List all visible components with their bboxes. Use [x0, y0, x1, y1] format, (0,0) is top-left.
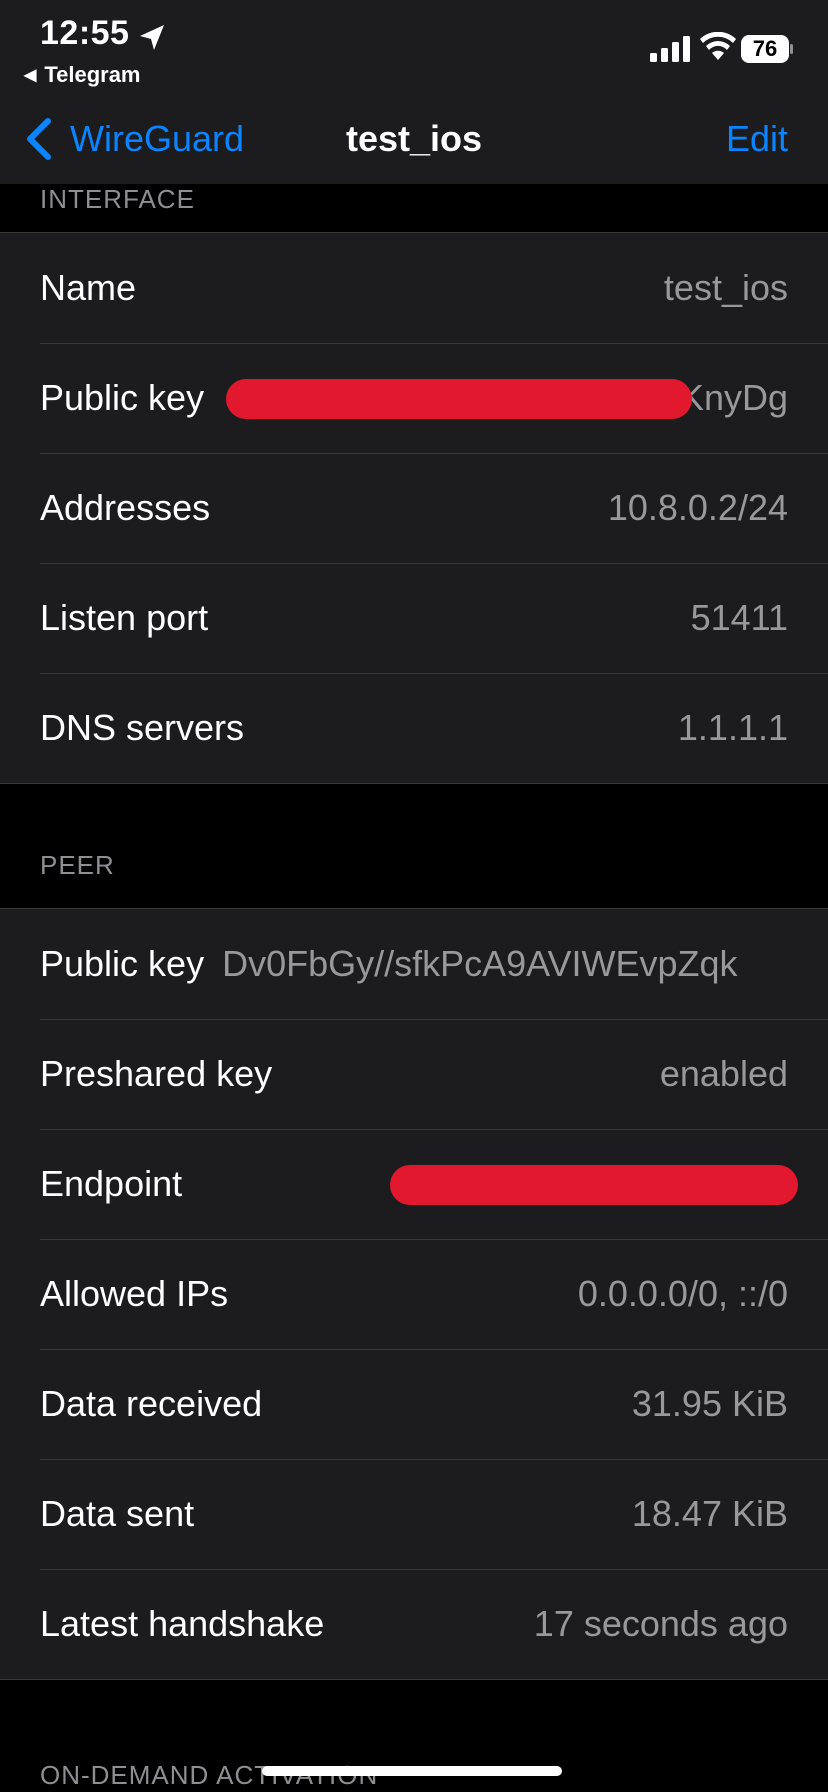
row-value: 31.95 KiB: [631, 1383, 788, 1424]
row-value: 10.8.0.2/24: [607, 487, 788, 528]
section-header-peer: PEER: [40, 850, 115, 880]
peer-data-received-row[interactable]: Data received 31.95 KiB: [0, 1349, 828, 1459]
row-label: Data received: [40, 1383, 263, 1424]
row-label: Addresses: [40, 487, 211, 528]
row-label: Preshared key: [40, 1053, 273, 1094]
tunnel-detail-list[interactable]: INTERFACE Name test_ios Public key KnyDg…: [0, 184, 828, 1792]
interface-public-key-row[interactable]: Public key KnyDg: [0, 343, 828, 453]
cellular-signal-icon: [650, 36, 690, 62]
status-bar: 12:55 ◀ Telegram 76: [0, 0, 828, 96]
row-label: Endpoint: [40, 1163, 183, 1204]
row-value: 18.47 KiB: [631, 1493, 788, 1534]
row-value: 17 seconds ago: [533, 1603, 788, 1644]
peer-group: Public key Dv0FbGy//sfkPcA9AVIWEvpZqk Pr…: [0, 908, 828, 1680]
section-header-interface: INTERFACE: [40, 184, 195, 214]
peer-latest-handshake-row[interactable]: Latest handshake 17 seconds ago: [0, 1569, 828, 1679]
row-label: Listen port: [40, 597, 209, 638]
row-value: Dv0FbGy//sfkPcA9AVIWEvpZqk: [222, 943, 738, 984]
row-label: Allowed IPs: [40, 1273, 229, 1314]
back-button[interactable]: WireGuard: [22, 114, 244, 164]
peer-allowed-ips-row[interactable]: Allowed IPs 0.0.0.0/0, ::/0: [0, 1239, 828, 1349]
row-label: Public key: [40, 943, 205, 984]
row-label: DNS servers: [40, 707, 245, 748]
location-arrow-icon: [140, 25, 164, 50]
row-value: 51411: [690, 597, 788, 638]
row-label: Name: [40, 267, 137, 308]
home-indicator[interactable]: [262, 1766, 562, 1776]
peer-preshared-key-row[interactable]: Preshared key enabled: [0, 1019, 828, 1129]
back-to-app-link[interactable]: ◀ Telegram: [24, 62, 141, 88]
back-triangle-icon: ◀: [24, 67, 37, 84]
interface-dns-servers-row[interactable]: DNS servers 1.1.1.1: [0, 673, 828, 783]
row-value: test_ios: [663, 267, 788, 308]
screen: 12:55 ◀ Telegram 76 test_ios WireGuard E…: [0, 0, 828, 1792]
navigation-bar: test_ios WireGuard Edit: [0, 96, 828, 184]
row-value: enabled: [659, 1053, 788, 1094]
interface-addresses-row[interactable]: Addresses 10.8.0.2/24: [0, 453, 828, 563]
row-label: Public key: [40, 377, 205, 418]
edit-button[interactable]: Edit: [726, 114, 788, 164]
peer-data-sent-row[interactable]: Data sent 18.47 KiB: [0, 1459, 828, 1569]
interface-name-row[interactable]: Name test_ios: [0, 233, 828, 343]
chevron-left-icon: [27, 118, 51, 160]
row-value: 1.1.1.1: [677, 707, 788, 748]
back-button-label: WireGuard: [70, 118, 245, 159]
interface-group: Name test_ios Public key KnyDg Addresses…: [0, 232, 828, 784]
row-label: Latest handshake: [40, 1603, 325, 1644]
peer-public-key-row[interactable]: Public key Dv0FbGy//sfkPcA9AVIWEvpZqk: [0, 909, 828, 1019]
peer-endpoint-row[interactable]: Endpoint: [0, 1129, 828, 1239]
row-value: 0.0.0.0/0, ::/0: [577, 1273, 788, 1314]
redaction-mark: [390, 1165, 798, 1205]
row-label: Data sent: [40, 1493, 195, 1534]
redaction-mark: [226, 379, 692, 419]
wifi-icon: [700, 32, 736, 60]
interface-listen-port-row[interactable]: Listen port 51411: [0, 563, 828, 673]
battery-level: 76: [752, 36, 778, 61]
status-time: 12:55: [40, 14, 130, 52]
back-app-label: Telegram: [44, 62, 141, 87]
